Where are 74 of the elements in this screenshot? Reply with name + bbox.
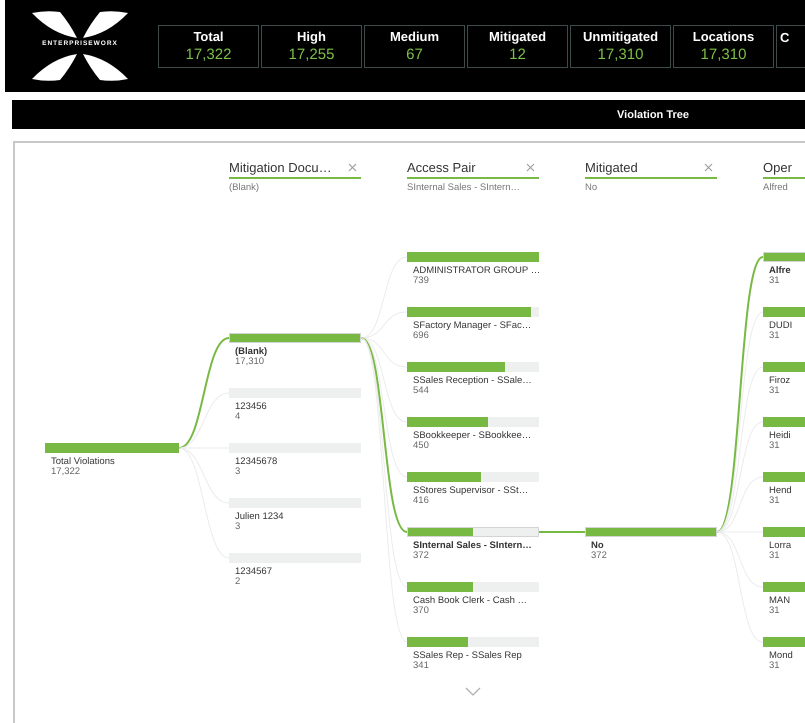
node-value: 31 — [769, 496, 780, 506]
node-value: 739 — [413, 276, 429, 286]
kpi-label: Locations — [692, 28, 754, 44]
connector-line — [539, 531, 585, 533]
node-value: 31 — [769, 276, 780, 286]
node-label[interactable]: SSales Rep - SSales Rep — [413, 650, 522, 661]
node-value: 31 — [769, 606, 780, 616]
kpi-value: 67 — [406, 44, 423, 64]
node-value: 31 — [769, 386, 780, 396]
kpi-value: 17,255 — [288, 44, 334, 64]
node-value: 370 — [413, 606, 429, 616]
kpi-value: 17,310 — [598, 44, 644, 64]
node-label[interactable]: Lorra — [769, 540, 792, 551]
node-label[interactable]: Julien 1234 — [235, 511, 284, 522]
kpi-label: High — [297, 28, 326, 44]
node-value: 17,310 — [235, 357, 264, 367]
node-label[interactable]: Total Violations — [51, 456, 115, 467]
node-label[interactable]: Hend — [769, 485, 792, 496]
column-heading: Oper — [763, 160, 792, 175]
node-label[interactable]: No — [591, 540, 604, 551]
node-value: 4 — [235, 412, 240, 422]
node-label[interactable]: SFactory Manager - SFac… — [413, 320, 532, 331]
node-value: 17,322 — [51, 467, 80, 477]
column-heading: Access Pair — [407, 160, 476, 175]
kpi-value: 12 — [509, 44, 526, 64]
node-label[interactable]: (Blank) — [235, 346, 268, 357]
node-value: 2 — [235, 577, 240, 587]
node-value: 696 — [413, 331, 429, 341]
node-value: 416 — [413, 496, 429, 506]
kpi-label: C — [780, 30, 790, 46]
node-value: 31 — [769, 441, 780, 451]
node-value: 3 — [235, 467, 240, 477]
node-value: 31 — [769, 551, 780, 561]
node-label[interactable]: Heidi — [769, 430, 791, 441]
chevron-down-icon[interactable] — [465, 687, 481, 696]
node-label[interactable]: SStores Supervisor - SSt… — [413, 485, 528, 496]
selection-text: No — [585, 182, 598, 193]
kpi-label: Total — [193, 28, 224, 44]
kpi-label: Mitigated — [488, 28, 546, 44]
node-label[interactable]: 12345678 — [235, 456, 278, 467]
kpi-label: Unmitigated — [582, 28, 658, 44]
node-value: 31 — [769, 661, 780, 671]
node-label[interactable]: MAN — [769, 595, 790, 606]
column-heading: Mitigation Docu… — [229, 160, 332, 175]
kpi-value: 17,322 — [186, 44, 232, 64]
selection-text: (Blank) — [229, 182, 260, 193]
node-label[interactable]: DUDI — [769, 320, 792, 331]
close-icon[interactable] — [704, 163, 713, 172]
node-value: 450 — [413, 441, 429, 451]
node-label[interactable]: Cash Book Clerk - Cash … — [413, 595, 528, 606]
report-title: Violation Tree — [617, 108, 689, 120]
column-heading: Mitigated — [585, 160, 638, 175]
node-label[interactable]: 1234567 — [235, 566, 272, 577]
node-label[interactable]: SInternal Sales - SIntern… — [413, 540, 532, 551]
node-value: 372 — [413, 551, 429, 561]
node-label[interactable]: Mond — [769, 650, 793, 661]
node-value: 3 — [235, 522, 240, 532]
node-value: 372 — [591, 551, 607, 561]
kpi-value: 17,310 — [700, 44, 746, 64]
node-label[interactable]: Firoz — [769, 375, 790, 386]
node-value: 341 — [413, 661, 429, 671]
node-value: 31 — [769, 331, 780, 341]
selection-text: Alfred — [763, 182, 788, 193]
node-value: 544 — [413, 386, 429, 396]
selection-text: SInternal Sales - SIntern… — [407, 182, 520, 193]
node-label[interactable]: ADMINISTRATOR GROUP … — [413, 265, 540, 276]
node-label[interactable]: 123456 — [235, 401, 267, 412]
logo-icon — [30, 10, 130, 82]
close-icon[interactable] — [348, 163, 357, 172]
node-label[interactable]: SSales Reception - SSale… — [413, 375, 532, 386]
kpi-label: Medium — [390, 28, 440, 44]
close-icon[interactable] — [526, 163, 535, 172]
node-label[interactable]: SBookkeeper - SBookkee… — [413, 430, 532, 441]
node-label[interactable]: Alfre — [769, 265, 791, 276]
